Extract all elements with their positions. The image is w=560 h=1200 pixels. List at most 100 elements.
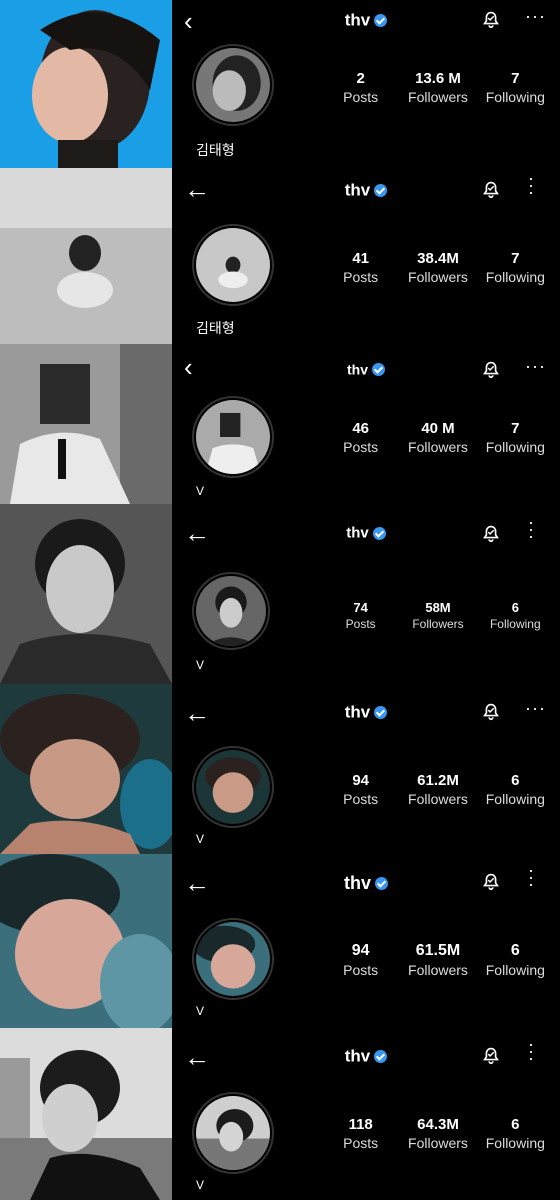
notification-bell-icon[interactable] — [480, 870, 502, 892]
posts-stat[interactable]: 41 Posts — [322, 250, 399, 285]
display-name: 김태형 — [196, 142, 235, 158]
profile-avatar[interactable] — [192, 44, 274, 126]
instagram-profile-header: ‹ thv ··· 2 Posts 13.6 M Followers 7 Follow… — [172, 0, 560, 168]
notification-bell-icon[interactable] — [480, 522, 502, 544]
posts-count: 2 — [356, 70, 365, 87]
following-count: 6 — [510, 942, 520, 959]
followers-count: 40 M — [421, 420, 455, 437]
verified-badge-icon — [374, 184, 388, 198]
following-stat[interactable]: 7 Following — [477, 250, 554, 285]
notification-bell-icon[interactable] — [480, 178, 502, 200]
more-options-icon[interactable]: ··· — [525, 356, 546, 377]
verified-badge-icon — [372, 362, 385, 376]
following-count: 6 — [511, 1116, 520, 1133]
following-stat[interactable]: 6 Following — [477, 772, 554, 807]
profile-photo-book — [0, 344, 172, 504]
profile-avatar[interactable] — [192, 224, 274, 306]
profile-stats: 46 Posts 40 M Followers 7 Following — [322, 420, 554, 455]
following-label: Following — [485, 269, 545, 285]
more-options-icon[interactable]: ··· — [521, 1042, 542, 1063]
profile-panel-4: ← thv ··· 74 Posts 58M Followers 6 Followin… — [0, 504, 560, 684]
followers-count: 13.6 M — [415, 70, 461, 87]
posts-label: Posts — [343, 791, 379, 807]
posts-label: Posts — [343, 962, 379, 978]
notification-bell-icon[interactable] — [480, 700, 502, 722]
profile-stats: 94 Posts 61.5M Followers 6 Following — [322, 942, 554, 978]
username-text: thv — [344, 1046, 371, 1066]
posts-label: Posts — [343, 89, 379, 105]
username-text: thv — [347, 361, 368, 378]
profile-panel-3: ‹ thv ··· 46 Posts 40 M Followers 7 Followi… — [0, 344, 560, 504]
profile-avatar[interactable] — [192, 746, 274, 828]
followers-label: Followers — [408, 89, 468, 105]
more-options-icon[interactable]: ··· — [521, 176, 542, 197]
profile-photo-city — [0, 1028, 172, 1200]
followers-count: 61.5M — [415, 942, 461, 959]
following-count: 6 — [511, 600, 519, 615]
profile-avatar[interactable] — [192, 918, 274, 1000]
posts-label: Posts — [343, 1135, 379, 1151]
profile-stats: 41 Posts 38.4M Followers 7 Following — [322, 250, 554, 285]
followers-stat[interactable]: 40 M Followers — [399, 420, 476, 455]
posts-count: 118 — [348, 1116, 373, 1133]
verified-badge-icon — [374, 14, 388, 28]
following-stat[interactable]: 6 Following — [477, 600, 554, 631]
instagram-profile-header: ‹ thv ··· 46 Posts 40 M Followers 7 Followi… — [172, 344, 560, 504]
following-count: 7 — [511, 250, 520, 267]
display-name: V — [196, 484, 205, 498]
following-label: Following — [485, 1135, 545, 1151]
followers-stat[interactable]: 61.5M Followers — [399, 942, 476, 978]
profile-avatar[interactable] — [192, 396, 274, 478]
display-name: 김태형 — [196, 320, 235, 336]
posts-stat[interactable]: 74 Posts — [322, 600, 399, 631]
profile-stats: 74 Posts 58M Followers 6 Following — [322, 600, 554, 631]
instagram-profile-header: ← thv ··· 94 Posts 61.5M Followers 6 Follow… — [172, 854, 560, 1028]
display-name: V — [196, 1178, 205, 1192]
followers-label: Followers — [408, 439, 468, 455]
profile-stats: 118 Posts 64.3M Followers 6 Following — [322, 1116, 554, 1151]
instagram-profile-header: ← thv ··· 94 Posts 61.2M Followers 6 Follow… — [172, 684, 560, 854]
followers-stat[interactable]: 38.4M Followers — [399, 250, 476, 285]
username-text: thv — [346, 524, 369, 542]
following-stat[interactable]: 6 Following — [477, 942, 554, 978]
more-options-icon[interactable]: ··· — [521, 520, 542, 541]
profile-stats: 94 Posts 61.2M Followers 6 Following — [322, 772, 554, 807]
notification-bell-icon[interactable] — [480, 358, 502, 380]
profile-photo-teal — [0, 684, 172, 854]
followers-stat[interactable]: 13.6 M Followers — [399, 70, 476, 105]
followers-stat[interactable]: 61.2M Followers — [399, 772, 476, 807]
followers-count: 58M — [425, 600, 451, 615]
more-options-icon[interactable]: ··· — [525, 6, 546, 27]
posts-count: 46 — [352, 420, 369, 437]
more-options-icon[interactable]: ··· — [525, 698, 546, 719]
followers-stat[interactable]: 64.3M Followers — [399, 1116, 476, 1151]
username-text: thv — [344, 702, 371, 722]
instagram-profile-header: ← thv ··· 118 Posts 64.3M Followers 6 Follo… — [172, 1028, 560, 1200]
following-stat[interactable]: 7 Following — [477, 420, 554, 455]
username-text: thv — [344, 872, 371, 893]
profile-avatar[interactable] — [192, 1092, 274, 1174]
following-label: Following — [485, 791, 545, 807]
verified-badge-icon — [375, 876, 388, 890]
posts-stat[interactable]: 118 Posts — [322, 1116, 399, 1151]
notification-bell-icon[interactable] — [480, 8, 502, 30]
profile-panel-6: ← thv ··· 94 Posts 61.5M Followers 6 Follow… — [0, 854, 560, 1028]
display-name: V — [196, 832, 205, 846]
following-stat[interactable]: 7 Following — [477, 70, 554, 105]
notification-bell-icon[interactable] — [480, 1044, 502, 1066]
instagram-profile-header: ← thv ··· 41 Posts 38.4M Followers 7 Follow… — [172, 168, 560, 344]
following-stat[interactable]: 6 Following — [477, 1116, 554, 1151]
profile-avatar[interactable] — [192, 572, 270, 650]
profile-photo-water — [0, 168, 172, 344]
posts-label: Posts — [345, 617, 376, 631]
followers-stat[interactable]: 58M Followers — [399, 600, 476, 631]
posts-stat[interactable]: 94 Posts — [322, 942, 399, 978]
display-name: V — [196, 1004, 205, 1018]
more-options-icon[interactable]: ··· — [521, 868, 542, 889]
posts-count: 74 — [353, 600, 368, 615]
posts-stat[interactable]: 94 Posts — [322, 772, 399, 807]
following-count: 7 — [511, 420, 520, 437]
posts-stat[interactable]: 2 Posts — [322, 70, 399, 105]
posts-stat[interactable]: 46 Posts — [322, 420, 399, 455]
followers-label: Followers — [408, 791, 468, 807]
